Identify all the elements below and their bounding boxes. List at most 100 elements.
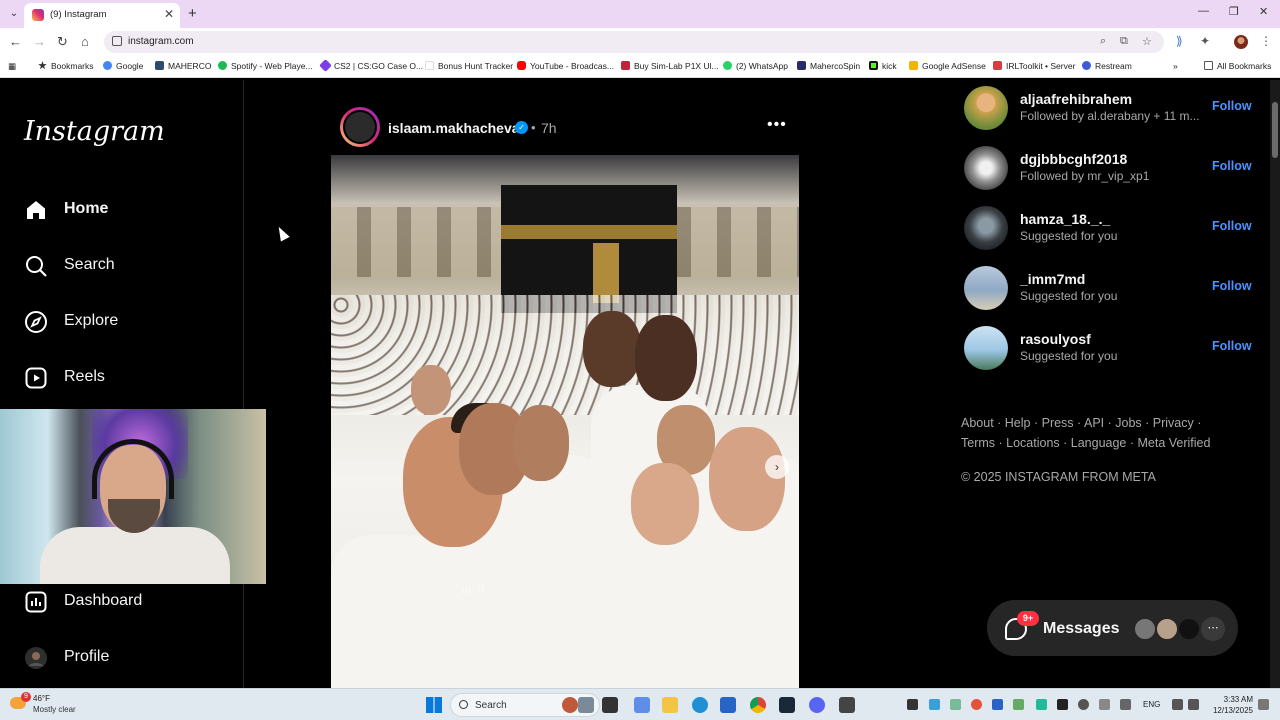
task-view-icon[interactable]	[578, 697, 594, 713]
apps-grid-icon[interactable]: ▦	[8, 61, 16, 72]
suggestion-avatar[interactable]	[964, 326, 1008, 370]
tray-app-icon[interactable]	[1099, 699, 1110, 710]
tray-app-icon[interactable]	[1036, 699, 1047, 710]
footer-link-language[interactable]: Language	[1071, 436, 1127, 450]
new-tab-plus-icon[interactable]: +	[188, 5, 197, 22]
minimize-icon[interactable]: —	[1198, 5, 1209, 17]
carousel-next-chevron-icon[interactable]: ›	[765, 455, 789, 479]
bluetooth-icon[interactable]	[992, 699, 1003, 710]
bookmark-1[interactable]: Google	[103, 61, 143, 71]
all-bookmarks-button[interactable]: All Bookmarks	[1204, 61, 1271, 71]
footer-link-meta-verified[interactable]: Meta Verified	[1138, 436, 1211, 450]
chrome-profile-avatar[interactable]	[1234, 35, 1248, 49]
scrollbar-thumb[interactable]	[1272, 102, 1278, 158]
home-icon[interactable]: ⌂	[81, 34, 89, 49]
bookmark-10[interactable]: kick	[869, 61, 897, 71]
zoom-icon[interactable]: ⌕	[1100, 35, 1106, 48]
bookmark-5[interactable]: Bonus Hunt Tracker	[425, 61, 513, 71]
footer-link-locations[interactable]: Locations	[1006, 436, 1060, 450]
page-scrollbar[interactable]	[1270, 80, 1280, 688]
notepad-icon[interactable]	[839, 697, 855, 713]
follow-button[interactable]: Follow	[1212, 339, 1252, 353]
bookmark-9[interactable]: MahercoSpin	[797, 61, 860, 71]
bookmark-2[interactable]: MAHERCO	[155, 61, 211, 71]
tray-app-icon[interactable]	[1013, 699, 1024, 710]
weather-condition[interactable]: Mostly clear	[33, 705, 76, 714]
discord-icon[interactable]	[809, 697, 825, 713]
footer-link-help[interactable]: Help	[1005, 416, 1031, 430]
footer-link-jobs[interactable]: Jobs	[1115, 416, 1141, 430]
tray-app-icon[interactable]	[1057, 699, 1068, 710]
tray-app-icon[interactable]	[971, 699, 982, 710]
chrome-icon[interactable]	[750, 697, 766, 713]
nav-home[interactable]: Home	[24, 196, 224, 224]
steam-icon[interactable]	[779, 697, 795, 713]
copilot-icon[interactable]	[634, 697, 650, 713]
forward-arrow-icon[interactable]: →	[33, 34, 46, 49]
tab-search-chevron-icon[interactable]: ⌄	[5, 6, 23, 22]
suggestion-avatar[interactable]	[964, 86, 1008, 130]
tab-instagram[interactable]: (9) Instagram ✕	[24, 3, 180, 28]
follow-button[interactable]: Follow	[1212, 159, 1252, 173]
post-username[interactable]: islaam.makhacheva	[388, 120, 520, 136]
bookmark-7[interactable]: Buy Sim-Lab P1X Ul...	[621, 61, 719, 71]
post-author-avatar[interactable]	[340, 107, 380, 147]
back-arrow-icon[interactable]: ←	[9, 34, 22, 49]
suggestion-avatar[interactable]	[964, 266, 1008, 310]
weather-temperature[interactable]: 46°F	[33, 694, 50, 703]
site-info-icon[interactable]	[112, 36, 122, 46]
nav-explore[interactable]: Explore	[24, 308, 224, 336]
input-language[interactable]: ENG	[1143, 700, 1160, 709]
bookmark-3[interactable]: Spotify - Web Playe...	[218, 61, 313, 71]
extensions-puzzle-icon[interactable]: ✦	[1200, 34, 1210, 48]
bookmark-11[interactable]: Google AdSense	[909, 61, 986, 71]
notification-icon[interactable]	[1258, 699, 1269, 710]
bookmark-8[interactable]: (2) WhatsApp	[723, 61, 788, 71]
tray-app-icon[interactable]	[929, 699, 940, 710]
footer-link-about[interactable]: About	[961, 416, 994, 430]
post-time[interactable]: 7h	[541, 120, 557, 136]
address-bar[interactable]: instagram.com ⌕ ⧉ ☆	[104, 31, 1164, 53]
system-clock[interactable]: 3:33 AM 12/13/2025	[1207, 694, 1253, 716]
steam-tray-icon[interactable]	[1078, 699, 1089, 710]
footer-link-terms[interactable]: Terms	[961, 436, 995, 450]
nav-profile[interactable]: Profile	[24, 644, 224, 672]
footer-link-api[interactable]: API	[1084, 416, 1104, 430]
bookmark-0[interactable]: Bookmarks	[38, 61, 94, 71]
bookmark-6[interactable]: YouTube - Broadcas...	[517, 61, 614, 71]
tab-close-icon[interactable]: ✕	[164, 7, 174, 21]
bookmark-4[interactable]: CS2 | CS:GO Case O...	[319, 59, 423, 72]
bookmark-star-icon[interactable]: ☆	[1142, 35, 1152, 48]
suggestion-avatar[interactable]	[964, 146, 1008, 190]
extension-icon[interactable]: ⟫	[1176, 34, 1183, 48]
nav-search[interactable]: Search	[24, 252, 224, 280]
nav-dashboard[interactable]: Dashboard	[24, 588, 224, 616]
footer-link-press[interactable]: Press	[1042, 416, 1074, 430]
suggestion-username[interactable]: hamza_18._._	[1020, 211, 1110, 227]
microphone-icon[interactable]	[1120, 699, 1131, 710]
restore-icon[interactable]: ❐	[1229, 5, 1239, 18]
edge-icon[interactable]	[692, 697, 708, 713]
suggestion-username[interactable]: dgjbbbcghf2018	[1020, 151, 1127, 167]
install-app-icon[interactable]: ⧉	[1120, 35, 1128, 48]
bookmark-12[interactable]: IRLToolkit • Server	[993, 61, 1075, 71]
follow-button[interactable]: Follow	[1212, 99, 1252, 113]
file-explorer-icon[interactable]	[662, 697, 678, 713]
close-window-icon[interactable]: ✕	[1259, 5, 1268, 18]
post-image[interactable]: _ui_0 ›	[331, 155, 799, 688]
more-options-icon[interactable]: •••	[767, 116, 787, 134]
widget-icon[interactable]	[562, 697, 578, 713]
more-bookmarks-chevron-icon[interactable]: »	[1173, 61, 1178, 71]
bookmark-13[interactable]: Restream	[1082, 61, 1132, 71]
reload-icon[interactable]: ↻	[57, 34, 68, 50]
terminal-icon[interactable]	[602, 697, 618, 713]
follow-button[interactable]: Follow	[1212, 219, 1252, 233]
nav-reels[interactable]: Reels	[24, 364, 224, 392]
store-icon[interactable]	[720, 697, 736, 713]
volume-icon[interactable]	[1188, 699, 1199, 710]
messages-button[interactable]: 9+ Messages ⋯	[987, 600, 1238, 656]
tray-app-icon[interactable]	[907, 699, 918, 710]
tray-app-icon[interactable]	[950, 699, 961, 710]
windows-start-icon[interactable]	[426, 697, 442, 713]
instagram-logo[interactable]: Instagram	[24, 116, 165, 147]
